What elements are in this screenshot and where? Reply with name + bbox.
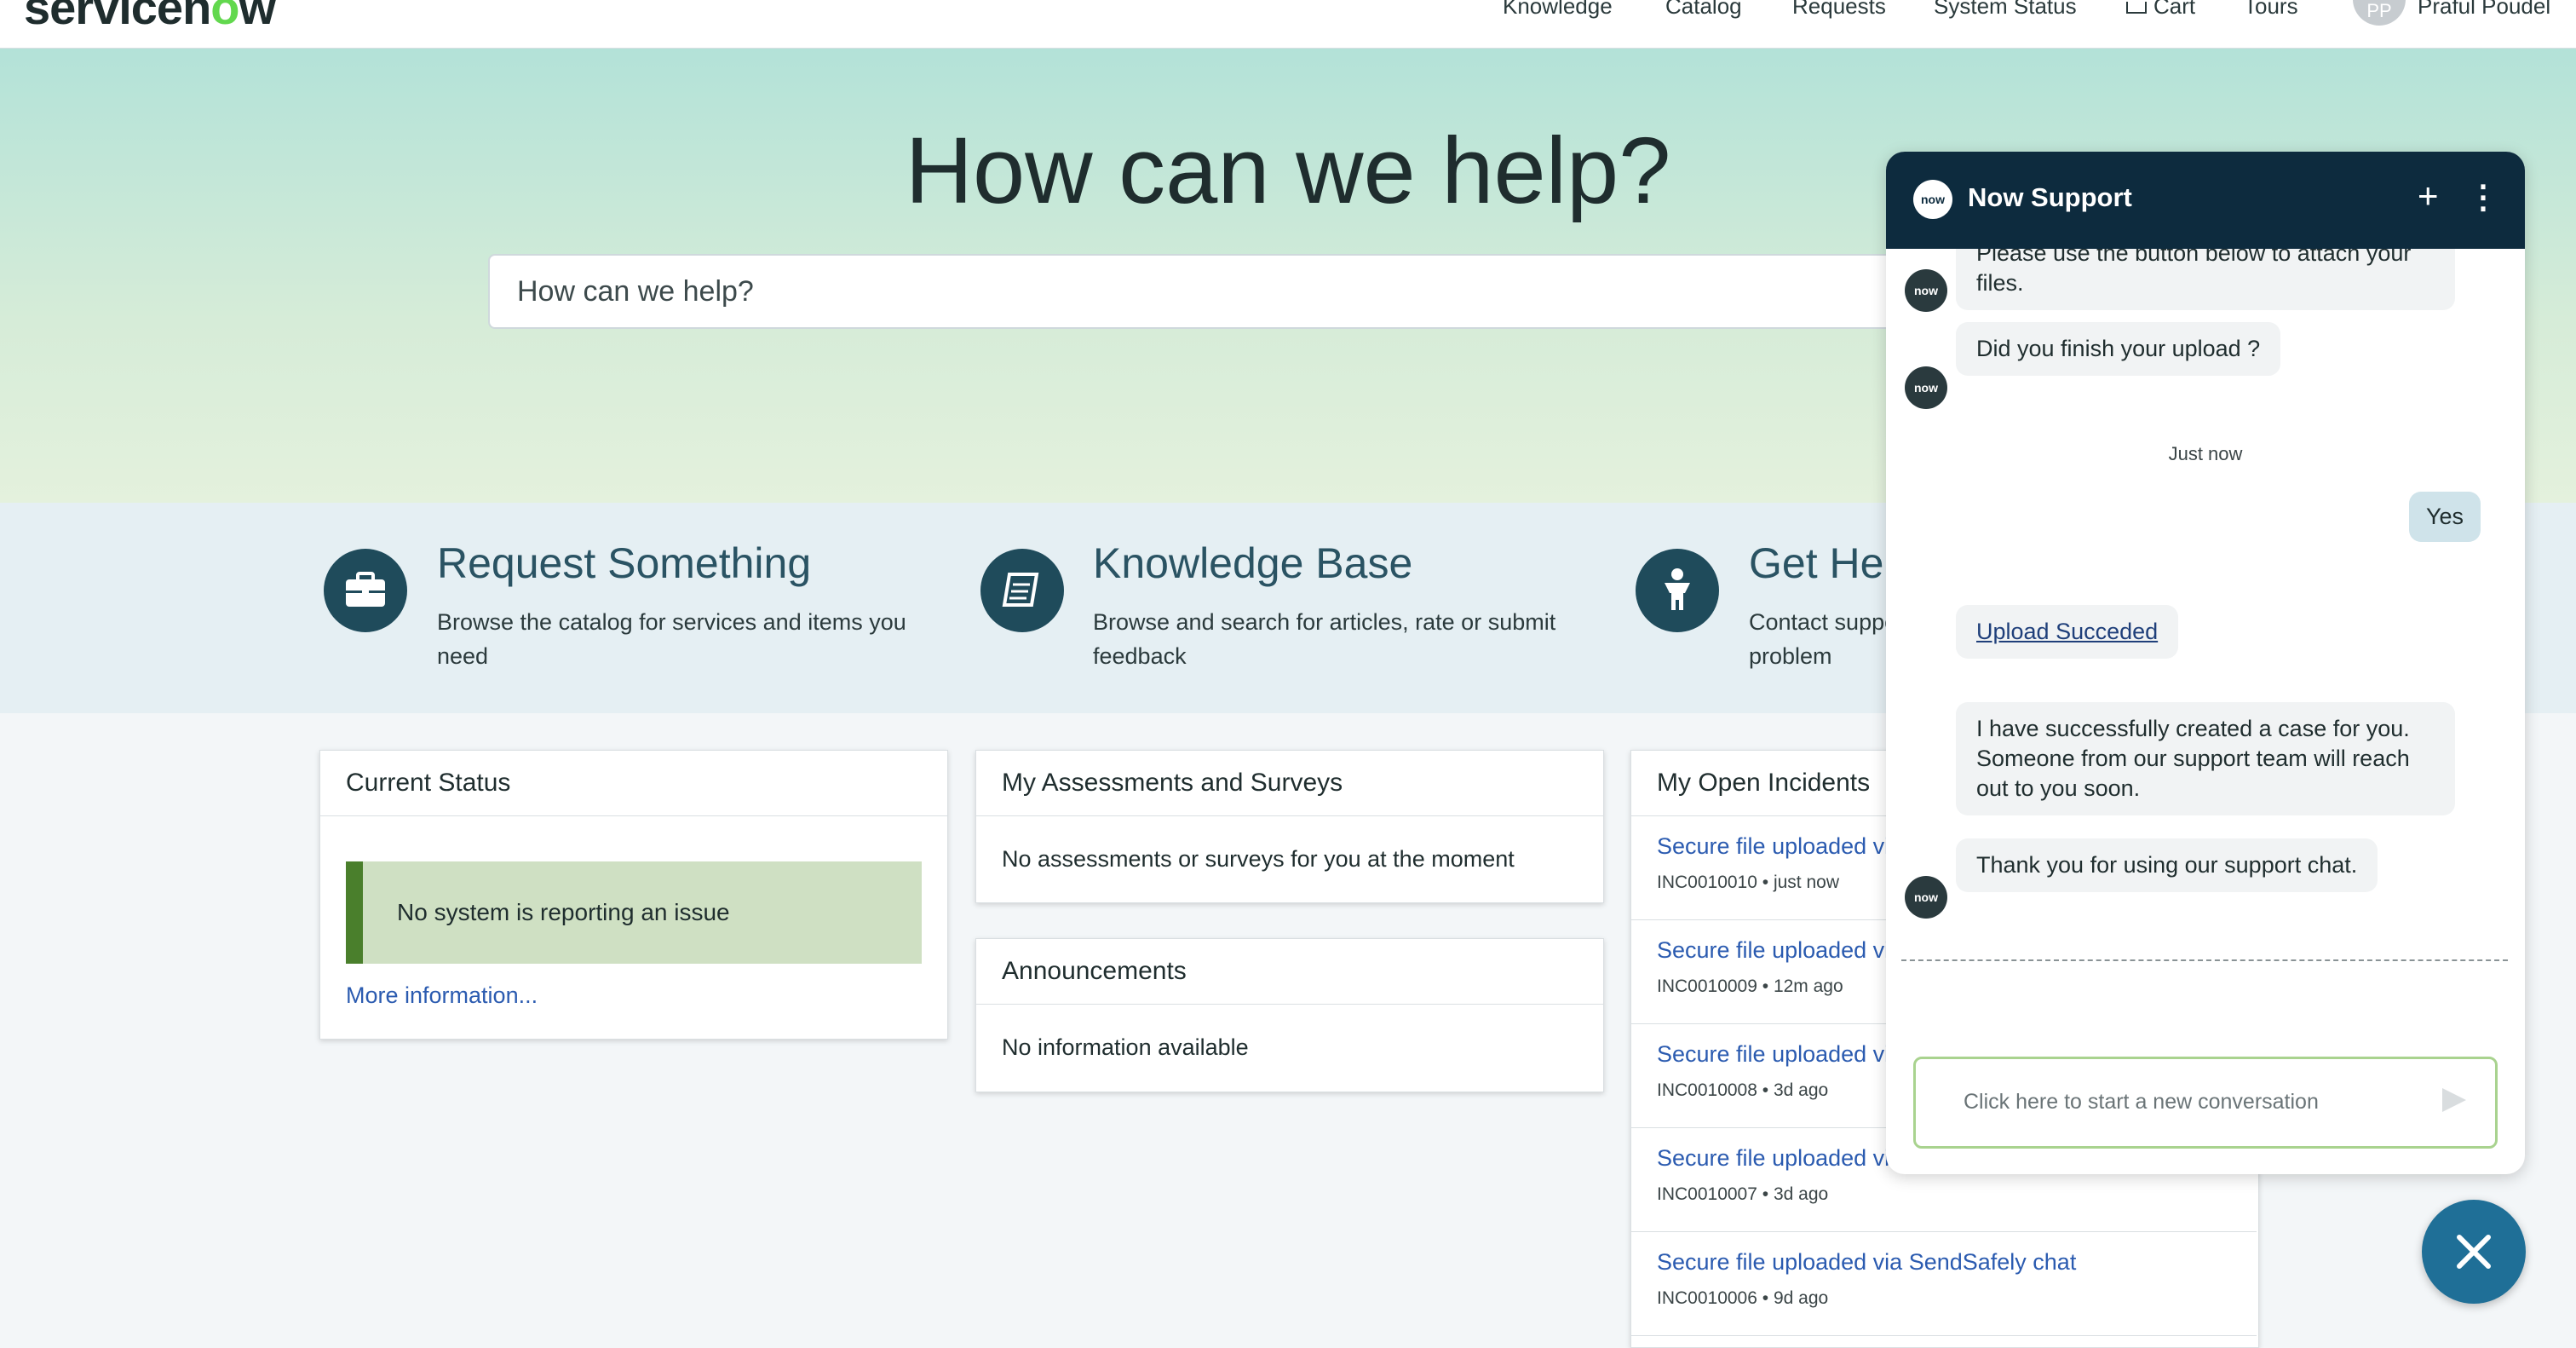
- bot-message: Did you finish your upload ?: [1956, 322, 2281, 376]
- current-status-card: Current Status No system is reporting an…: [319, 750, 948, 1040]
- nav-cart[interactable]: Cart: [2126, 0, 2195, 20]
- nav-knowledge[interactable]: Knowledge: [1503, 0, 1613, 20]
- briefcase-icon[interactable]: [324, 549, 407, 632]
- status-message: No system is reporting an issue: [346, 861, 922, 964]
- request-something-desc: Browse the catalog for services and item…: [437, 609, 906, 669]
- announcements-title: Announcements: [976, 939, 1603, 1005]
- nav-catalog[interactable]: Catalog: [1665, 0, 1742, 20]
- incident-meta: INC0010007 • 3d ago: [1657, 1184, 1829, 1204]
- new-conversation-input[interactable]: Click here to start a new conversation: [1913, 1057, 2498, 1149]
- request-something-link[interactable]: Request Something: [437, 539, 811, 588]
- servicenow-logo[interactable]: servicenow: [24, 0, 276, 35]
- user-message: Yes: [2409, 492, 2481, 542]
- knowledge-base-desc: Browse and search for articles, rate or …: [1093, 609, 1556, 669]
- incident-meta: INC0010006 • 9d ago: [1657, 1288, 1829, 1308]
- nav-requests[interactable]: Requests: [1792, 0, 1886, 20]
- user-name[interactable]: Praful Poudel: [2418, 0, 2550, 20]
- book-icon[interactable]: [980, 549, 1064, 632]
- chat-messages[interactable]: Please use the button below to attach yo…: [1886, 249, 2525, 965]
- bot-avatar-icon: now: [1905, 366, 1947, 409]
- bot-message: Please use the button below to attach yo…: [1956, 249, 2455, 310]
- incident-title[interactable]: Secure file uploaded via SendSafely chat: [1657, 1249, 2076, 1276]
- incident-meta: INC0010010 • just now: [1657, 873, 1839, 892]
- person-icon[interactable]: [1636, 549, 1719, 632]
- assessments-card: My Assessments and Surveys No assessment…: [975, 750, 1604, 903]
- assessments-title: My Assessments and Surveys: [976, 751, 1603, 816]
- user-avatar[interactable]: PP: [2353, 0, 2406, 26]
- nav-system-status[interactable]: System Status: [1934, 0, 2077, 20]
- close-icon: [2457, 1235, 2491, 1269]
- announcements-message: No information available: [1002, 1034, 1249, 1060]
- bot-avatar-icon: now: [1905, 876, 1947, 919]
- chat-title: Now Support: [1968, 182, 2132, 212]
- knowledge-base-link[interactable]: Knowledge Base: [1093, 539, 1412, 588]
- more-information-link[interactable]: More information...: [346, 982, 538, 1009]
- nav-tours[interactable]: Tours: [2244, 0, 2298, 20]
- top-navigation: servicenow Knowledge Catalog Requests Sy…: [0, 0, 2576, 49]
- conversation-divider: [1901, 959, 2508, 961]
- incident-meta: INC0010008 • 3d ago: [1657, 1080, 1829, 1100]
- bot-message: Upload Succeded: [1956, 605, 2179, 659]
- current-status-title: Current Status: [320, 751, 947, 816]
- bot-message: I have successfully created a case for y…: [1956, 702, 2455, 815]
- upload-succeded-link[interactable]: Upload Succeded: [1976, 619, 2158, 644]
- chat-input-placeholder: Click here to start a new conversation: [1964, 1090, 2319, 1114]
- message-timestamp: Just now: [2168, 443, 2243, 464]
- chat-panel: now Now Support + ⋮ Please use the butto…: [1886, 152, 2525, 1174]
- assessments-message: No assessments or surveys for you at the…: [1002, 846, 1515, 872]
- bot-message: Thank you for using our support chat.: [1956, 838, 2378, 892]
- more-options-icon[interactable]: ⋮: [2467, 176, 2499, 220]
- announcements-card: Announcements No information available: [975, 938, 1604, 1092]
- close-chat-button[interactable]: [2422, 1200, 2526, 1304]
- bot-avatar-icon: now: [1905, 269, 1947, 312]
- now-logo-icon: now: [1913, 180, 1952, 219]
- cart-icon: [2126, 2, 2147, 14]
- chat-header: now Now Support + ⋮: [1886, 152, 2525, 249]
- incident-meta: INC0010009 • 12m ago: [1657, 976, 1843, 996]
- send-icon[interactable]: [2442, 1088, 2466, 1112]
- new-chat-plus-icon[interactable]: +: [2418, 174, 2439, 218]
- incident-item[interactable]: Secure file uploaded via SendSafely chat…: [1631, 1232, 2257, 1336]
